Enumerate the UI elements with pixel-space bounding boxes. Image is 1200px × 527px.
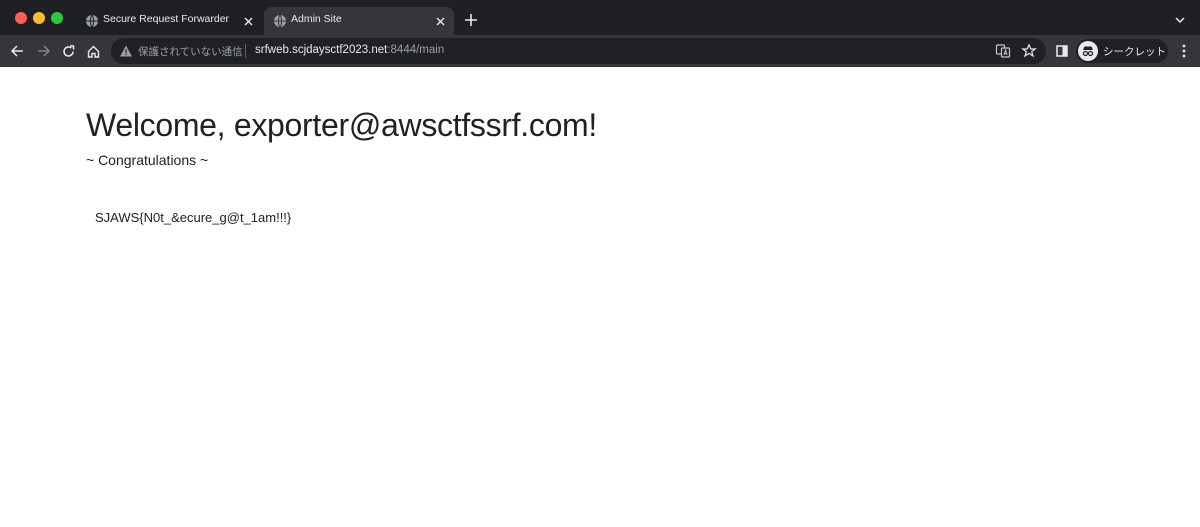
- divider: [245, 44, 246, 58]
- security-status[interactable]: 保護されていない通信: [138, 44, 243, 59]
- browser-chrome: Secure Request Forwarder Admin Site 保護され…: [0, 0, 1200, 67]
- incognito-profile-button[interactable]: シークレット: [1076, 39, 1168, 63]
- window-close-button[interactable]: [15, 12, 27, 24]
- side-panel-button[interactable]: [1053, 42, 1071, 60]
- globe-icon: [86, 14, 98, 28]
- forward-button[interactable]: [34, 42, 52, 60]
- translate-icon[interactable]: [995, 43, 1011, 59]
- close-icon[interactable]: [432, 13, 448, 29]
- tab-admin-site[interactable]: Admin Site: [264, 7, 454, 35]
- incognito-icon: [1078, 41, 1098, 61]
- reload-button[interactable]: [59, 42, 77, 60]
- kebab-menu-icon: [1182, 44, 1186, 58]
- window-maximize-button[interactable]: [51, 12, 63, 24]
- profile-label: シークレット: [1103, 46, 1166, 58]
- reload-icon: [62, 44, 74, 57]
- side-panel-icon: [1056, 45, 1068, 57]
- tab-search-button[interactable]: [1172, 12, 1188, 28]
- page-content: Welcome, exporter@awsctfssrf.com! ~ Cong…: [0, 67, 1200, 527]
- page-title: Welcome, exporter@awsctfssrf.com!: [86, 107, 598, 143]
- chevron-down-icon: [1175, 16, 1185, 23]
- home-button[interactable]: [84, 42, 102, 60]
- tab-secure-request-forwarder[interactable]: Secure Request Forwarder: [76, 7, 262, 35]
- tab-label: Secure Request Forwarder: [103, 13, 230, 25]
- arrow-left-icon: [10, 45, 23, 57]
- star-icon[interactable]: [1021, 43, 1037, 59]
- tab-label: Admin Site: [291, 13, 342, 25]
- url-path: :8444/main: [387, 44, 445, 56]
- tab-strip: Secure Request Forwarder Admin Site: [0, 0, 1200, 35]
- flag-text: SJAWS{N0t_&ecure_g@t_1am!!!}: [95, 210, 292, 225]
- plus-icon: [465, 14, 477, 26]
- url-host: srfweb.scjdaysctf2023.net: [255, 44, 388, 56]
- page-subtitle: ~ Congratulations ~: [86, 152, 209, 168]
- close-icon[interactable]: [240, 13, 256, 29]
- browser-toolbar: 保護されていない通信 srfweb.scjdaysctf2023.net:844…: [0, 35, 1200, 67]
- arrow-right-icon: [37, 45, 50, 57]
- home-icon: [87, 45, 99, 58]
- new-tab-button[interactable]: [462, 11, 480, 29]
- window-minimize-button[interactable]: [33, 12, 45, 24]
- browser-menu-button[interactable]: [1175, 42, 1193, 60]
- back-button[interactable]: [8, 42, 26, 60]
- globe-icon: [274, 14, 286, 28]
- address-bar[interactable]: 保護されていない通信 srfweb.scjdaysctf2023.net:844…: [111, 38, 1046, 64]
- warning-triangle-icon[interactable]: [119, 44, 133, 58]
- url-text[interactable]: srfweb.scjdaysctf2023.net:8444/main: [255, 44, 444, 56]
